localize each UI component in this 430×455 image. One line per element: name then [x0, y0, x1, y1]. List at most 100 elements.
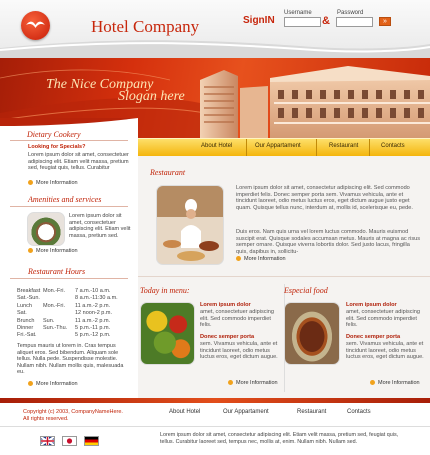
chef-image — [156, 185, 224, 265]
restaurant-paragraph-2: Duis eros. Nam quis urna vel lorem luctu… — [236, 229, 421, 255]
arrow-bullet-icon — [28, 248, 33, 253]
hours-cell: 11 a.m.-2 p.m. — [75, 317, 111, 324]
footer-contacts[interactable]: Contacts — [347, 409, 371, 415]
chef-figure — [163, 199, 219, 261]
hours-cell: 5 p.m.-12 p.m. — [75, 332, 111, 339]
copyright-line2: All rights reserved. — [23, 415, 69, 422]
flag-uk-icon[interactable] — [40, 436, 55, 446]
fruits-image — [140, 302, 195, 365]
nav-about-hotel[interactable]: About Hotel — [201, 143, 232, 149]
hours-cell: Sun.-Thu. — [43, 324, 68, 331]
more-label: More Information — [244, 256, 286, 262]
specials-link[interactable]: Looking for Specials? — [28, 144, 85, 151]
bottom-text: Lorem ipsum dolor sit amet, consectetur … — [160, 432, 399, 445]
ampersand: & — [322, 15, 330, 27]
hours-cell: Lunch — [17, 302, 32, 309]
divider — [138, 276, 430, 277]
arrow-bullet-icon — [370, 380, 375, 385]
arrow-bullet-icon — [28, 381, 33, 386]
special-text-1: amet, consectetuer adipiscing elit. Sed … — [346, 309, 421, 329]
header-swoosh — [0, 40, 430, 58]
menu-text-2: sem. Vivamus vehicula, ante et tincidunt… — [200, 341, 278, 361]
more-label: More Information — [36, 180, 78, 186]
menu-heading-2: Donec semper porta — [200, 334, 255, 340]
left-sidebar: Dietary Cookery Looking for Specials? Lo… — [0, 118, 138, 398]
hours-cell: Mon.-Fri. — [43, 302, 65, 309]
flag-japan-icon[interactable] — [62, 436, 77, 446]
divider — [10, 278, 128, 279]
amenities-text: Lorem ipsum dolor sit amet, consectetuer… — [69, 213, 131, 239]
special-text-2: sem. Vivamus vehicula, ante et tincidunt… — [346, 341, 424, 361]
special-title: Especial food — [284, 286, 328, 295]
main-nav: About Hotel Our Appartament Restaurant C… — [138, 138, 430, 157]
hours-cell: Brunch — [17, 317, 35, 324]
nav-contacts[interactable]: Contacts — [381, 143, 405, 149]
cookery-title: Dietary Cookery — [27, 130, 81, 139]
footer-restaurant[interactable]: Restaurant — [297, 409, 326, 415]
cookery-more-link[interactable]: More Information — [28, 180, 78, 186]
hotel-buildings-image — [200, 66, 430, 138]
hours-row: Breakfast Mon.-Fri. 7 a.m.-10 a.m. — [17, 288, 132, 295]
hours-title: Restaurant Hours — [28, 267, 86, 276]
arrow-bullet-icon — [28, 180, 33, 185]
flag-germany-icon[interactable] — [84, 436, 99, 446]
menu-heading-1: Lorem ipsum dolor — [200, 302, 251, 308]
signin-go-button[interactable]: » — [379, 17, 391, 26]
nav-divider — [246, 139, 247, 157]
hours-cell: Fri.-Sat. — [17, 332, 37, 339]
hours-text: Tempus mauris ut lorem in. Cras tempus a… — [17, 343, 124, 376]
footer-about-hotel[interactable]: About Hotel — [169, 409, 200, 415]
hours-cell: Sat.-Sun. — [17, 295, 40, 302]
hours-row: Lunch Mon.-Fri. 11 a.m.-2 p.m. — [17, 303, 132, 310]
hours-cell: Sat. — [17, 310, 27, 317]
slogan-line2: Slogan here — [118, 89, 185, 104]
menu-title: Today in menu: — [140, 286, 190, 295]
restaurant-more-link[interactable]: More Information — [236, 256, 286, 262]
amenities-more-link[interactable]: More Information — [28, 248, 78, 254]
company-logo-text[interactable]: Hotel Company — [91, 17, 199, 37]
cookery-text: Lorem ipsum dolor sit amet, consectetuer… — [28, 152, 129, 172]
nav-divider — [369, 139, 370, 157]
hours-more-link[interactable]: More Information — [28, 381, 78, 387]
hours-cell: 7 a.m.-10 a.m. — [75, 288, 111, 294]
username-label: Username — [284, 10, 312, 16]
menu-more-link[interactable]: More Information — [228, 380, 278, 386]
amenities-food-image — [27, 212, 65, 246]
hours-row: Fri.-Sat. 5 p.m.-12 p.m. — [17, 332, 132, 339]
more-label: More Information — [36, 381, 78, 387]
copyright-line1: Copyright (c) 2003, CompanyNameHere. — [23, 409, 123, 415]
hours-table: Breakfast Mon.-Fri. 7 a.m.-10 a.m. Sat.-Sun… — [17, 288, 132, 340]
main-content: Restaurant Lorem ipsum dolor sit amet, c… — [138, 156, 430, 399]
more-label: More Information — [236, 380, 278, 386]
footer-our-appartament[interactable]: Our Appartament — [223, 409, 269, 415]
amenities-title: Amenities and services — [28, 195, 102, 204]
footer-stripe — [0, 398, 430, 403]
copyright: Copyright (c) 2003, CompanyNameHere. All… — [23, 409, 123, 422]
password-input[interactable] — [336, 17, 373, 27]
hours-cell: 11 a.m.-2 p.m. — [75, 302, 111, 309]
hours-row: Dinner Sun.-Thu. 5 p.m.-11 p.m. — [17, 325, 132, 332]
hours-cell: 8 a.m.-11:30 a.m. — [75, 295, 118, 302]
hours-row: Brunch Sun. 11 a.m.-2 p.m. — [17, 318, 132, 325]
special-heading-1: Lorem ipsum dolor — [346, 302, 397, 308]
signin-label: SignIN — [243, 15, 275, 26]
special-heading-2: Donec semper porta — [346, 334, 401, 340]
username-input[interactable] — [284, 17, 321, 27]
more-label: More Information — [36, 248, 78, 254]
nav-restaurant[interactable]: Restaurant — [329, 143, 358, 149]
divider — [0, 426, 430, 427]
password-label: Password — [337, 10, 364, 16]
hours-cell: Dinner — [17, 324, 34, 331]
hours-cell: Mon.-Fri. — [43, 288, 65, 294]
arrow-bullet-icon — [236, 256, 241, 261]
nav-divider — [316, 139, 317, 157]
nav-our-appartament[interactable]: Our Appartament — [255, 143, 301, 149]
arrow-bullet-icon — [228, 380, 233, 385]
hours-cell: Breakfast — [17, 288, 41, 294]
more-label: More Information — [378, 380, 420, 386]
divider — [10, 140, 128, 141]
hours-cell: Sun. — [43, 317, 55, 324]
hours-row: Sat. 12 noon-2 p.m. — [17, 310, 132, 317]
logo-bird-icon[interactable] — [21, 11, 50, 40]
special-more-link[interactable]: More Information — [370, 380, 420, 386]
